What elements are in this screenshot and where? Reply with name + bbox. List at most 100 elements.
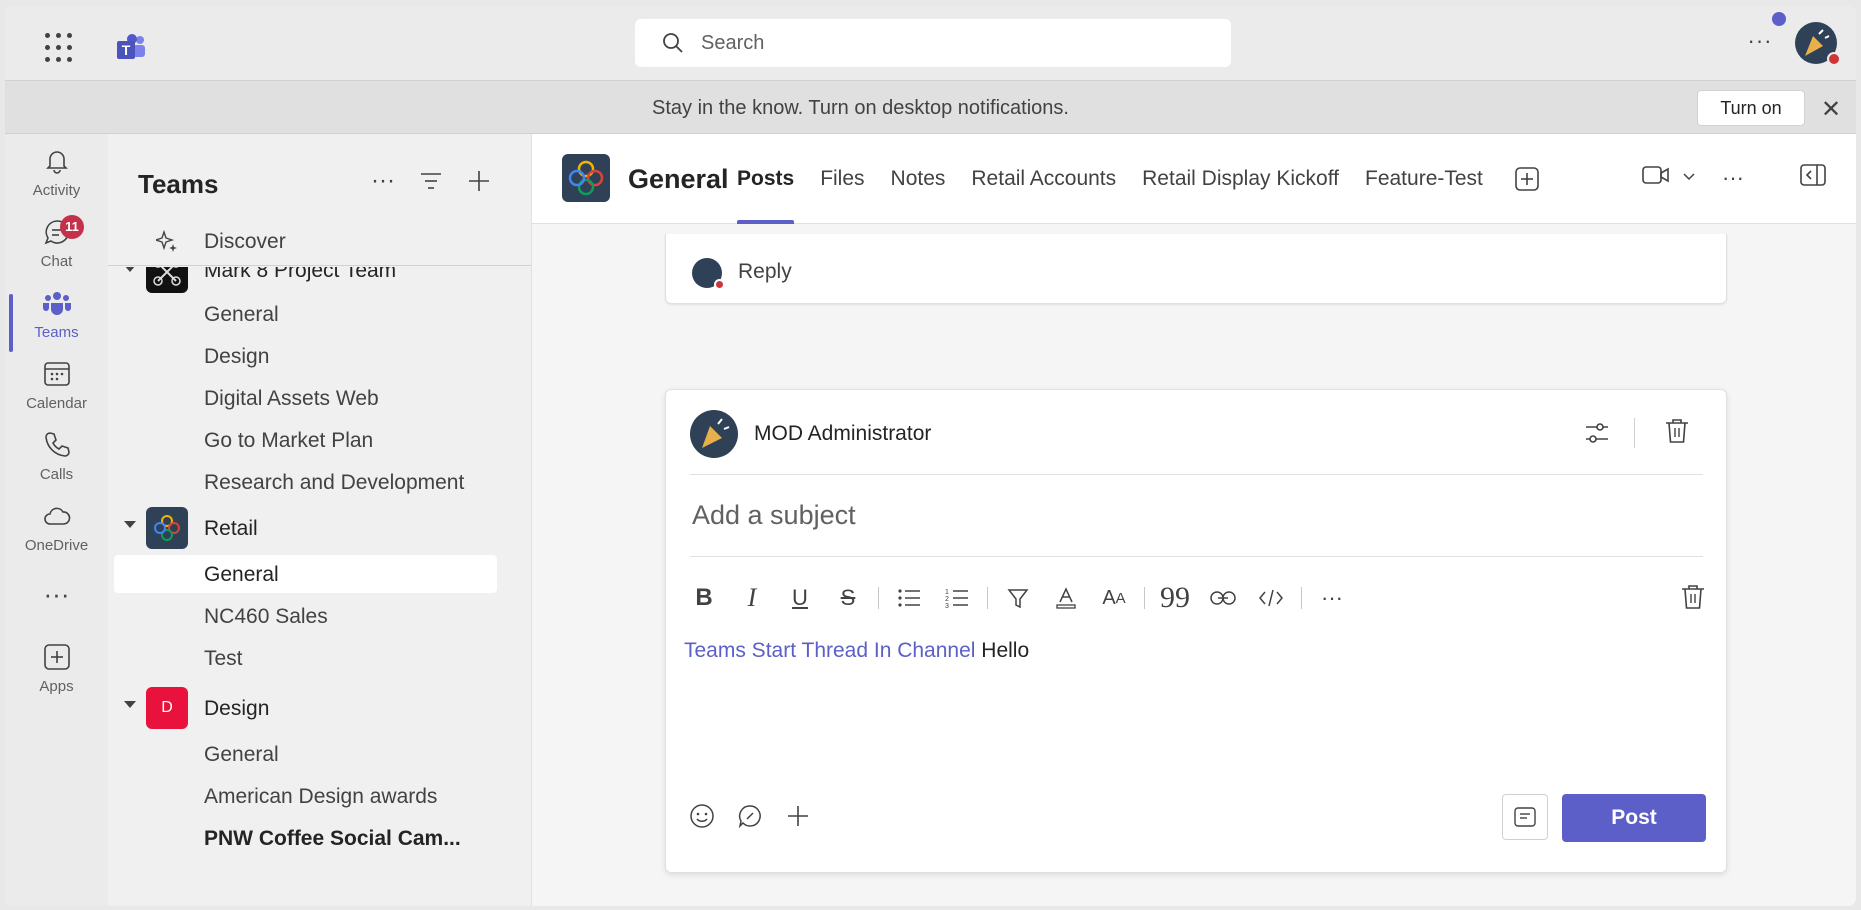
post-options-icon[interactable]: [1582, 418, 1612, 448]
strikethrough-icon[interactable]: S: [830, 580, 866, 616]
delete-icon[interactable]: [1662, 416, 1692, 446]
channel-item[interactable]: NC460 Sales: [114, 597, 497, 635]
rail-item-calendar[interactable]: Calendar: [5, 359, 108, 431]
turn-on-button[interactable]: Turn on: [1697, 90, 1805, 126]
open-side-panel-icon[interactable]: [1800, 164, 1826, 191]
user-avatar[interactable]: [1795, 22, 1841, 66]
flower-logo-icon: [154, 515, 180, 541]
team-name: Design: [204, 697, 270, 720]
discard-icon[interactable]: [1678, 582, 1708, 612]
channel-name: Test: [204, 647, 243, 670]
emoji-icon[interactable]: [686, 800, 718, 832]
chevron-down-icon[interactable]: [124, 521, 136, 528]
more-options-icon[interactable]: ···: [1722, 165, 1744, 191]
status-busy-dot: [1827, 52, 1841, 66]
highlight-icon[interactable]: [1000, 580, 1036, 616]
tab-feature-test[interactable]: Feature-Test: [1352, 134, 1496, 224]
more-apps-icon[interactable]: ···: [5, 574, 108, 614]
reply-label[interactable]: Reply: [738, 260, 792, 284]
underline-icon[interactable]: U: [782, 580, 818, 616]
rail-label: Calendar: [26, 395, 87, 412]
bold-icon[interactable]: B: [686, 580, 722, 616]
tab-retail-display-kickoff[interactable]: Retail Display Kickoff: [1129, 134, 1352, 224]
add-app-icon: [43, 644, 70, 670]
tab-notes[interactable]: Notes: [878, 134, 959, 224]
rail-item-chat[interactable]: 11 Chat: [5, 215, 108, 289]
channel-item[interactable]: General: [114, 735, 497, 773]
channel-item[interactable]: Design: [114, 337, 497, 375]
chevron-down-icon[interactable]: [1682, 169, 1696, 187]
font-size-icon[interactable]: AA: [1096, 580, 1132, 616]
close-icon[interactable]: ✕: [1821, 95, 1841, 124]
svg-text:1: 1: [945, 589, 949, 596]
message-editor[interactable]: Teams Start Thread In Channel Hello: [684, 639, 1029, 663]
app-launcher-icon[interactable]: [45, 33, 75, 63]
rail-item-onedrive[interactable]: OneDrive: [5, 501, 108, 573]
mention-tag[interactable]: Teams Start Thread In Channel: [684, 639, 975, 662]
notification-dot: [1772, 12, 1786, 26]
link-icon[interactable]: [1205, 580, 1241, 616]
reply-avatar: [692, 258, 725, 290]
discover-label: Discover: [204, 230, 286, 253]
schedule-post-button[interactable]: [1502, 794, 1548, 840]
italic-icon[interactable]: I: [734, 580, 770, 616]
reply-card[interactable]: Reply: [665, 234, 1727, 304]
rail-item-calls[interactable]: Calls: [5, 430, 108, 502]
search-box[interactable]: [635, 19, 1231, 67]
font-color-icon[interactable]: [1048, 580, 1084, 616]
author-name: MOD Administrator: [754, 422, 932, 445]
subject-input[interactable]: [690, 488, 1703, 542]
channel-name: NC460 Sales: [204, 605, 328, 628]
settings-more-icon[interactable]: ···: [1745, 26, 1775, 56]
channel-view: General Posts Files Notes Retail Account…: [532, 134, 1856, 906]
channel-item[interactable]: American Design awards: [114, 777, 497, 815]
notification-banner: Stay in the know. Turn on desktop notifi…: [5, 80, 1856, 134]
attach-plus-icon[interactable]: [782, 800, 814, 832]
team-row-retail[interactable]: Retail: [108, 507, 531, 551]
chevron-down-icon[interactable]: [124, 267, 136, 272]
post-button[interactable]: Post: [1562, 794, 1706, 842]
tab-retail-accounts[interactable]: Retail Accounts: [958, 134, 1129, 224]
phone-icon: [44, 432, 70, 457]
team-avatar: [146, 507, 188, 549]
channel-item[interactable]: General: [114, 295, 497, 333]
quote-icon[interactable]: 99: [1157, 580, 1193, 616]
tab-posts[interactable]: Posts: [724, 134, 807, 224]
team-row-design[interactable]: D Design: [108, 687, 531, 731]
channel-name: General: [204, 563, 279, 586]
bulleted-list-icon[interactable]: [891, 580, 927, 616]
rail-item-activity[interactable]: Activity: [5, 146, 108, 218]
flower-logo-icon: [568, 160, 604, 196]
pane-title: Teams: [138, 169, 219, 199]
video-call-icon[interactable]: [1642, 164, 1670, 191]
loop-icon[interactable]: [734, 800, 766, 832]
channel-item[interactable]: Digital Assets Web: [114, 379, 497, 417]
discover-item[interactable]: Discover: [108, 214, 531, 266]
team-avatar: [146, 267, 188, 293]
channel-name: Go to Market Plan: [204, 429, 374, 452]
search-input[interactable]: [701, 31, 1181, 55]
rail-item-teams[interactable]: Teams: [5, 288, 108, 360]
more-formatting-icon[interactable]: ···: [1314, 580, 1350, 616]
channel-item[interactable]: Research and Development: [114, 463, 497, 501]
team-avatar: D: [146, 687, 188, 729]
sparkle-icon: [156, 230, 177, 252]
numbered-list-icon[interactable]: 123: [939, 580, 975, 616]
add-icon[interactable]: [464, 166, 494, 196]
add-tab-icon[interactable]: [1514, 166, 1540, 192]
channel-item-unread[interactable]: PNW Coffee Social Cam...: [114, 819, 497, 857]
tab-files[interactable]: Files: [807, 134, 877, 224]
channel-name: PNW Coffee Social Cam...: [204, 827, 461, 850]
channel-item-selected[interactable]: General: [114, 555, 497, 593]
channel-item[interactable]: Go to Market Plan: [114, 421, 497, 459]
channel-item[interactable]: Test: [114, 639, 497, 677]
filter-icon[interactable]: [416, 166, 446, 196]
team-row-mark8[interactable]: Mark 8 Project Team: [108, 267, 531, 295]
rail-item-apps[interactable]: Apps: [5, 642, 108, 714]
formatting-toolbar: B I U S 123 AA 99 ···: [686, 580, 1362, 616]
teams-logo-icon: T: [117, 34, 145, 59]
svg-text:T: T: [122, 42, 131, 58]
chevron-down-icon[interactable]: [124, 701, 136, 708]
code-snippet-icon[interactable]: [1253, 580, 1289, 616]
more-options-icon[interactable]: ···: [368, 166, 398, 196]
